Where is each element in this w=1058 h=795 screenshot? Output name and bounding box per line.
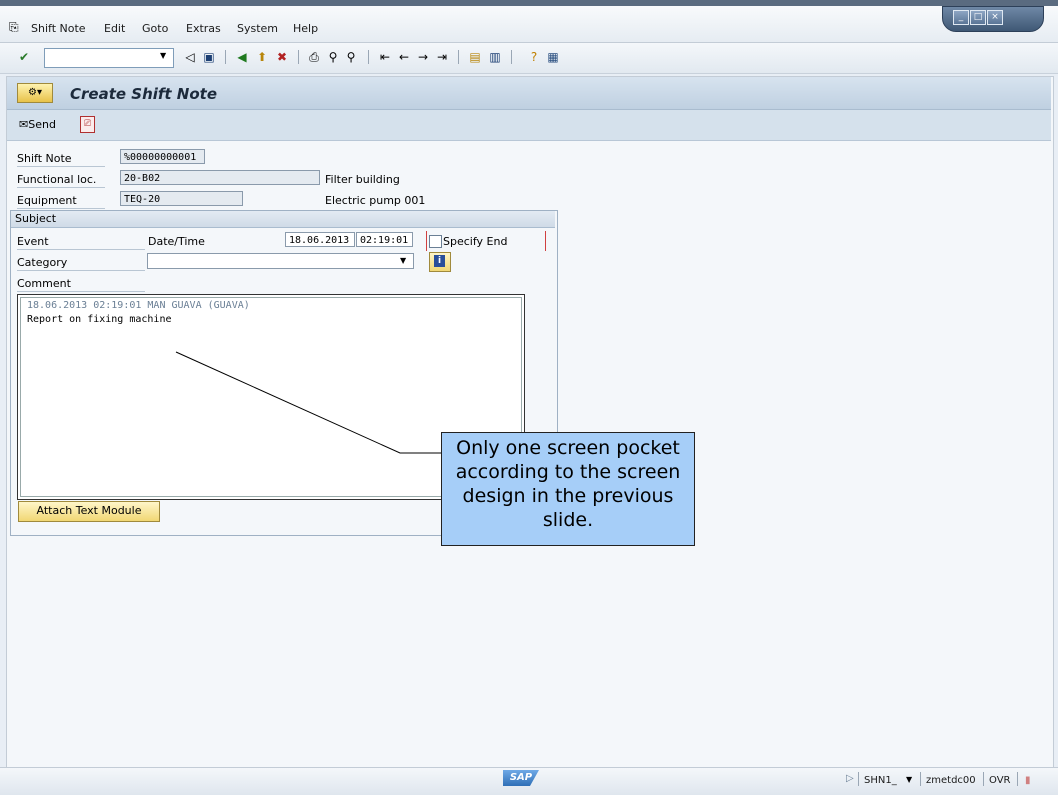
chevron-down-icon[interactable]: ▼ <box>906 775 912 784</box>
status-separator <box>858 772 859 786</box>
status-toggle-icon[interactable]: ▷ <box>846 773 854 784</box>
lock-icon: ▮ <box>1025 775 1031 786</box>
status-separator <box>920 772 921 786</box>
status-separator <box>983 772 984 786</box>
system-name: SHN1_ <box>864 775 897 786</box>
status-separator <box>1017 772 1018 786</box>
annotation-callout: Only one screen pocket according to the … <box>441 432 695 546</box>
callout-pointer <box>175 351 441 454</box>
server-name: zmetdc00 <box>926 775 976 786</box>
input-mode[interactable]: OVR <box>989 775 1010 786</box>
